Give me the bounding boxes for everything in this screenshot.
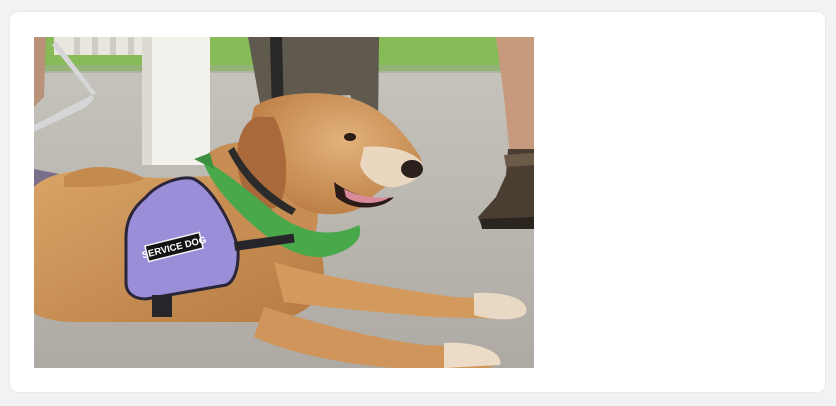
- porch-post: [142, 37, 210, 165]
- photo: SERVICE DOG: [34, 37, 534, 368]
- railing: [54, 37, 149, 55]
- service-dog-photo: SERVICE DOG: [34, 37, 534, 368]
